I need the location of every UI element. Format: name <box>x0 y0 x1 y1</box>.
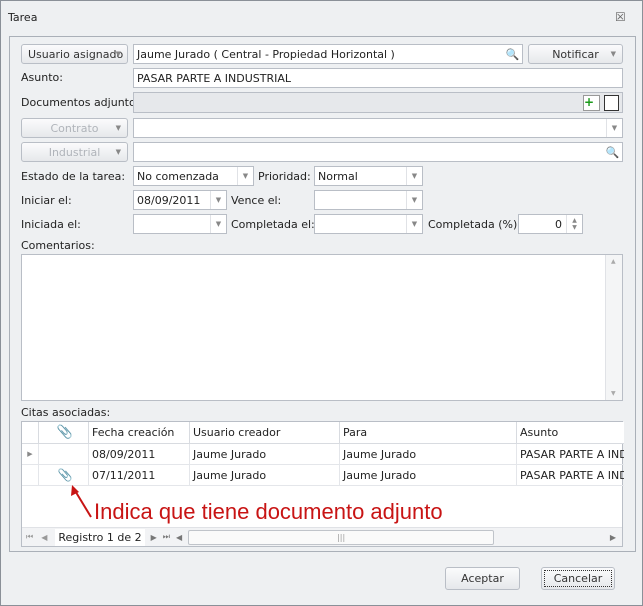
cell-fecha: 07/11/2011 <box>89 465 190 486</box>
next-record-icon[interactable]: ▶ <box>151 533 157 542</box>
start-date-picker[interactable]: 08/09/2011 ▼ <box>133 190 227 210</box>
completed-date-picker[interactable]: ▼ <box>314 214 423 234</box>
chevron-down-icon: ▼ <box>115 50 121 58</box>
attachments-label: Documentos adjuntos: <box>21 96 146 109</box>
priority-select[interactable]: Normal ▼ <box>314 166 423 186</box>
status-select[interactable]: No comenzada ▼ <box>133 166 254 186</box>
comments-textarea[interactable]: ▲ ▼ <box>21 254 623 401</box>
completed-label: Completada el: <box>231 218 315 231</box>
comments-label: Comentarios: <box>21 239 95 252</box>
comments-scrollbar[interactable]: ▲ ▼ <box>605 255 622 400</box>
close-icon[interactable]: ☒ <box>615 10 626 24</box>
spinner-arrows-icon[interactable]: ▲ ▼ <box>566 215 582 233</box>
row-indicator <box>22 465 39 486</box>
chevron-down-icon[interactable]: ▼ <box>210 215 226 233</box>
industrial-field[interactable]: 🔍 <box>133 142 623 162</box>
appointments-grid: 📎 Fecha creación Usuario creador Para As… <box>21 421 624 547</box>
cell-asunto: PASAR PARTE A INDUSTRIAL <box>517 444 624 465</box>
assigned-user-value: Jaume Jurado ( Central - Propiedad Horiz… <box>137 47 395 61</box>
cell-usuario: Jaume Jurado <box>190 465 340 486</box>
scroll-right-icon[interactable]: ▶ <box>610 533 616 542</box>
notify-label: Notificar <box>552 47 599 61</box>
assigned-user-button[interactable]: Usuario asignado ▼ <box>21 44 128 64</box>
attachments-field[interactable]: + <box>133 92 623 113</box>
priority-label: Prioridad: <box>258 170 311 183</box>
grid-label: Citas asociadas: <box>21 406 111 419</box>
task-dialog: Tarea ☒ Usuario asignado ▼ Jaume Jurado (… <box>0 0 643 606</box>
cell-asunto: PASAR PARTE A INDUSTRIAL <box>517 465 624 486</box>
assigned-user-label: Usuario asignado <box>28 47 124 61</box>
contract-label: Contrato <box>50 121 99 135</box>
subject-input[interactable]: PASAR PARTE A INDUSTRIAL <box>133 68 623 88</box>
add-document-icon[interactable]: + <box>583 95 600 111</box>
column-header-fecha[interactable]: Fecha creación <box>89 422 190 444</box>
chevron-down-icon[interactable]: ▼ <box>406 215 422 233</box>
started-label: Iniciada el: <box>21 218 81 231</box>
column-header-asunto[interactable]: Asunto <box>517 422 624 444</box>
status-value: No comenzada <box>137 169 219 183</box>
chevron-down-icon[interactable]: ▼ <box>406 167 422 185</box>
industrial-button: Industrial ▼ <box>21 142 128 162</box>
percent-value: 0 <box>555 217 562 231</box>
chevron-down-icon[interactable]: ▼ <box>237 167 253 185</box>
column-header-usuario[interactable]: Usuario creador <box>190 422 340 444</box>
prev-record-icon[interactable]: ◀ <box>41 533 47 542</box>
percent-spinner[interactable]: 0 ▲ ▼ <box>518 214 583 234</box>
notify-button[interactable]: Notificar ▼ <box>528 44 623 64</box>
start-value: 08/09/2011 <box>137 193 201 207</box>
chevron-down-icon: ▼ <box>115 148 121 156</box>
chevron-down-icon[interactable]: ▼ <box>606 119 622 137</box>
row-indicator-header <box>22 422 39 444</box>
grid-navigator: ⏮ ◀ Registro 1 de 2 ▶ ⏭ ◀ ||| ▶ <box>22 527 622 546</box>
cell-fecha: 08/09/2011 <box>89 444 190 465</box>
chevron-down-icon[interactable]: ▼ <box>210 191 226 209</box>
cell-para: Jaume Jurado <box>340 444 517 465</box>
due-label: Vence el: <box>231 194 282 207</box>
cancel-button[interactable]: Cancelar <box>541 567 615 590</box>
search-icon[interactable]: 🔍 <box>504 46 521 62</box>
cell-para: Jaume Jurado <box>340 465 517 486</box>
chevron-down-icon: ▼ <box>610 50 616 58</box>
chevron-down-icon[interactable]: ▼ <box>406 191 422 209</box>
assigned-user-field[interactable]: Jaume Jurado ( Central - Propiedad Horiz… <box>133 44 523 64</box>
percent-label: Completada (%): <box>428 218 521 231</box>
due-date-picker[interactable]: ▼ <box>314 190 423 210</box>
chevron-down-icon: ▼ <box>115 124 121 132</box>
paperclip-icon[interactable]: 📎 <box>39 422 89 444</box>
started-date-picker[interactable]: ▼ <box>133 214 227 234</box>
column-header-para[interactable]: Para <box>340 422 517 444</box>
last-record-icon[interactable]: ⏭ <box>163 532 170 542</box>
horizontal-scrollbar-thumb[interactable]: ||| <box>188 529 495 545</box>
annotation-text: Indica que tiene documento adjunto <box>94 499 443 524</box>
attachment-cell <box>39 444 89 465</box>
status-label: Estado de la tarea: <box>21 170 126 183</box>
copy-document-icon[interactable] <box>604 95 619 111</box>
cell-usuario: Jaume Jurado <box>190 444 340 465</box>
record-counter: Registro 1 de 2 <box>55 528 145 546</box>
contract-button: Contrato ▼ <box>21 118 128 138</box>
row-indicator-icon: ▶ <box>22 444 39 465</box>
industrial-label: Industrial <box>48 145 101 159</box>
subject-label: Asunto: <box>21 71 63 84</box>
window-title: Tarea <box>8 11 38 24</box>
scroll-left-icon[interactable]: ◀ <box>176 533 182 542</box>
search-icon[interactable]: 🔍 <box>604 144 621 160</box>
start-label: Iniciar el: <box>21 194 72 207</box>
first-record-icon[interactable]: ⏮ <box>26 532 33 542</box>
accept-button[interactable]: Aceptar <box>445 567 520 590</box>
priority-value: Normal <box>318 169 358 183</box>
contract-select[interactable]: ▼ <box>133 118 623 138</box>
